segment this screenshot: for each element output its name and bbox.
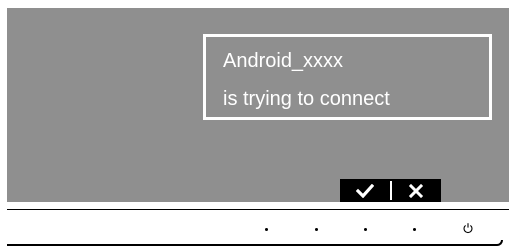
- connection-message: is trying to connect: [223, 88, 390, 110]
- checkmark-icon: [355, 183, 374, 198]
- monitor-screen: Android_xxxx is trying to connect: [7, 8, 509, 202]
- device-name: Android_xxxx: [223, 50, 344, 72]
- dot-key[interactable]: [265, 228, 268, 231]
- dot-key[interactable]: [364, 228, 367, 231]
- power-icon[interactable]: [462, 222, 474, 234]
- reject-button[interactable]: [392, 179, 442, 202]
- monitor-diagram: Android_xxxx is trying to connect: [0, 0, 516, 251]
- dot-key[interactable]: [315, 228, 318, 231]
- connection-notification: Android_xxxx is trying to connect: [203, 34, 492, 120]
- bezel-bottom-edge: [7, 240, 503, 246]
- accept-button[interactable]: [340, 179, 390, 202]
- close-icon: [409, 183, 424, 198]
- dialog-button-bar: [340, 179, 441, 202]
- bezel-top-edge: [7, 209, 509, 210]
- dot-key[interactable]: [413, 228, 416, 231]
